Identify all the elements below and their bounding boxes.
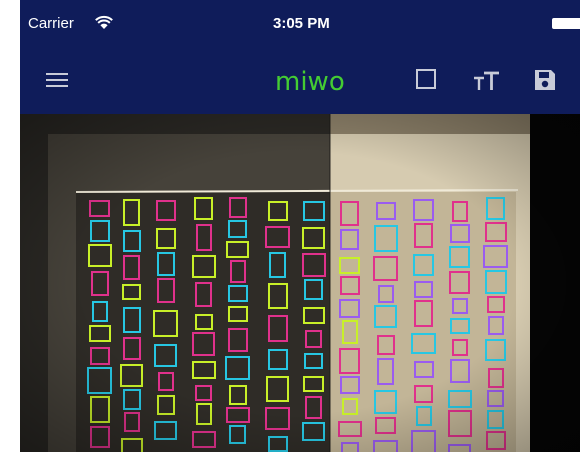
app-screen: Carrier 3:05 PM miwo: [20, 0, 580, 452]
square-outline-icon[interactable]: [415, 68, 437, 90]
save-floppy-icon[interactable]: [532, 67, 558, 93]
navigation-bar: miwo: [20, 48, 580, 114]
scanned-page-image: [20, 114, 580, 452]
left-margin: [0, 0, 20, 452]
hamburger-menu-icon[interactable]: [44, 67, 70, 93]
text-size-icon[interactable]: [472, 68, 502, 94]
status-bar: Carrier 3:05 PM: [20, 0, 580, 48]
status-time: 3:05 PM: [273, 15, 330, 32]
battery-icon: [552, 18, 580, 29]
wifi-icon: [95, 15, 113, 29]
app-title: miwo: [275, 67, 345, 97]
scanned-page-view[interactable]: [20, 114, 580, 452]
carrier-label: Carrier: [28, 15, 74, 32]
